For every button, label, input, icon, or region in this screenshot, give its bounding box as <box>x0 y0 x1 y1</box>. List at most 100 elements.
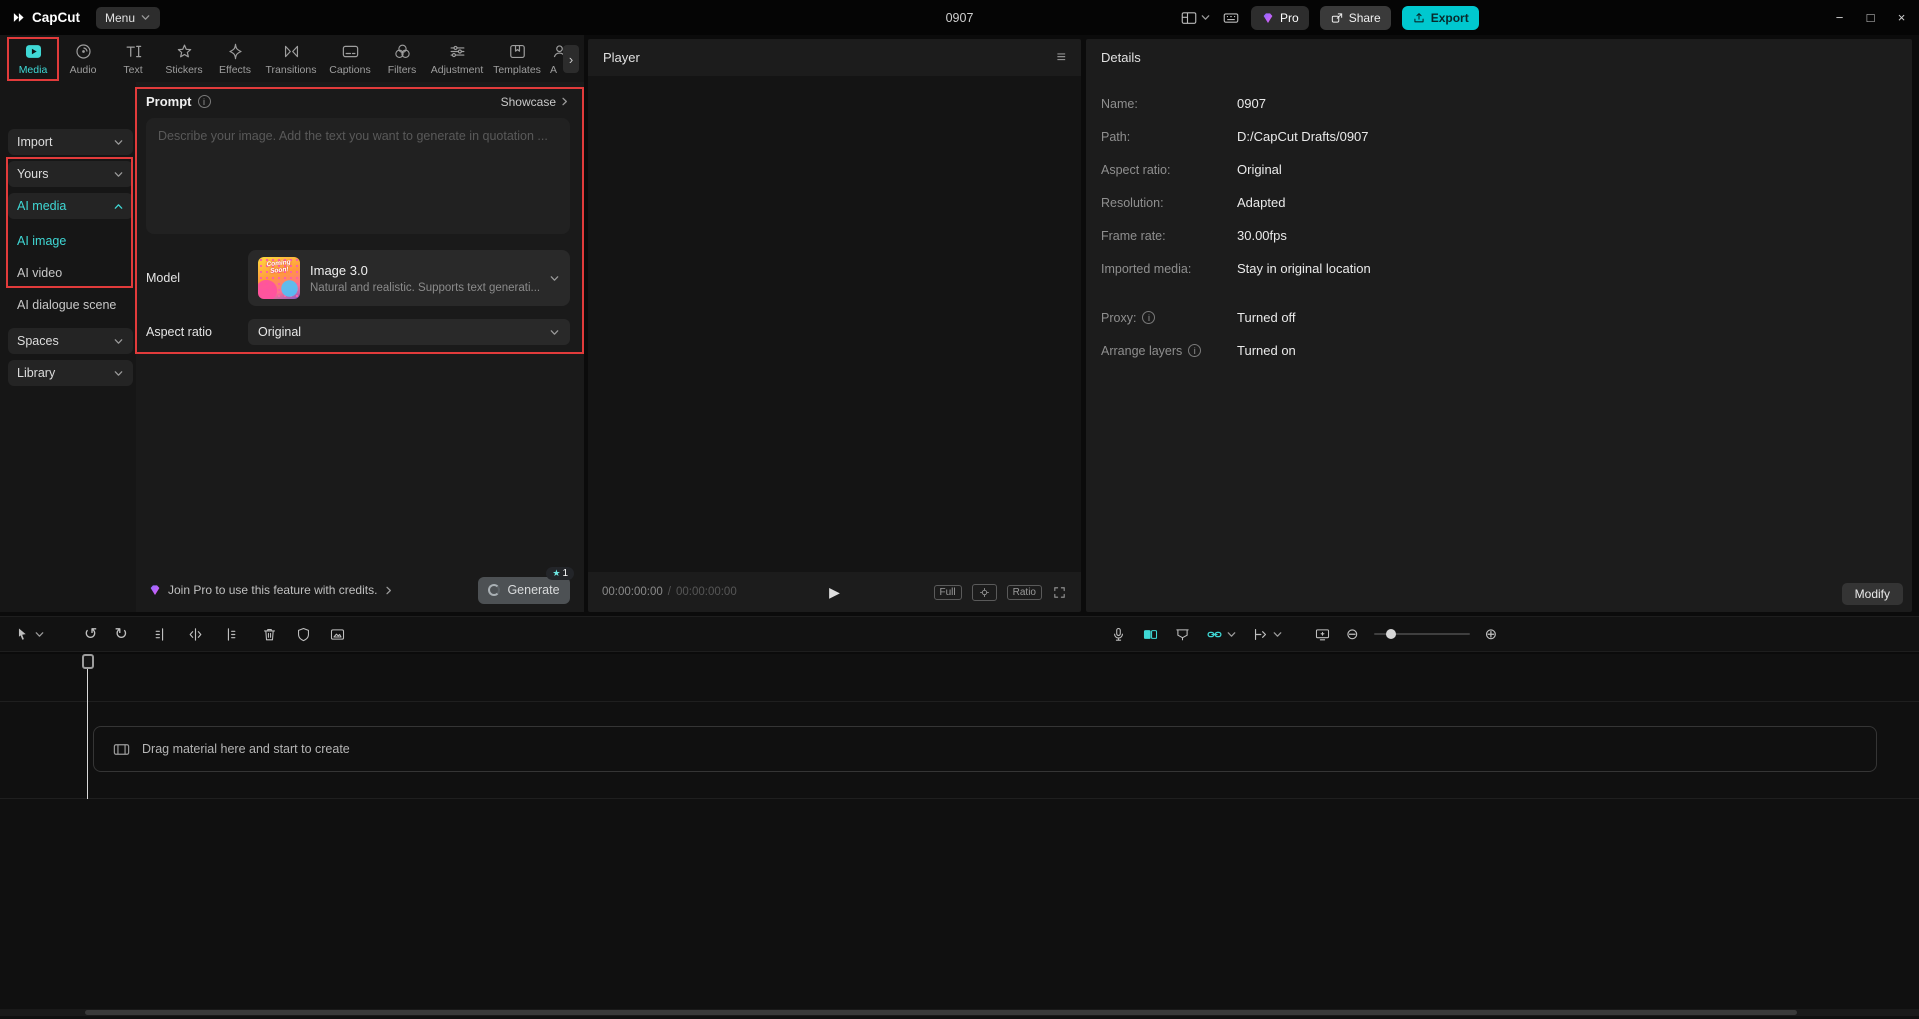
record-voiceover-button[interactable] <box>1110 626 1127 643</box>
tab-media[interactable]: Media <box>8 42 58 76</box>
sidebar-item-ai-video[interactable]: AI video <box>8 257 133 289</box>
export-icon <box>1412 11 1426 25</box>
sidebar-item-import[interactable]: Import <box>8 129 133 155</box>
stickers-icon <box>175 42 194 61</box>
focus-button[interactable] <box>971 583 997 601</box>
tab-adjustment[interactable]: Adjustment <box>426 42 488 76</box>
ai-panel-footer: Join Pro to use this feature with credit… <box>148 566 574 604</box>
templates-icon <box>508 42 527 61</box>
timeline-area[interactable]: Drag material here and start to create <box>0 654 1919 1019</box>
shortcuts-button[interactable] <box>1222 9 1240 27</box>
aspect-ratio-select[interactable]: Original <box>248 319 570 345</box>
trash-icon <box>261 626 278 643</box>
horizontal-scrollbar[interactable] <box>0 1009 1919 1016</box>
timeline-zoom-slider[interactable] <box>1373 629 1470 639</box>
split-icon <box>187 626 204 643</box>
info-icon[interactable]: i <box>197 95 211 108</box>
sidebar-item-library[interactable]: Library <box>8 360 133 386</box>
timecode-current: 00:00:00:00 <box>602 586 663 598</box>
info-icon[interactable]: i <box>1142 311 1156 324</box>
redo-button[interactable]: ↻ <box>114 624 127 644</box>
media-sidebar: Import Yours AI media AI image AI video … <box>8 129 133 392</box>
full-preview-button[interactable]: Full <box>933 584 962 600</box>
tab-filters[interactable]: Filters <box>378 42 426 76</box>
player-viewport <box>588 76 1081 572</box>
auto-cut-button[interactable] <box>1252 626 1283 643</box>
tab-audio[interactable]: Audio <box>58 42 108 76</box>
model-name: Image 3.0 <box>310 262 368 278</box>
modify-button[interactable]: Modify <box>1841 583 1903 605</box>
chevron-down-icon <box>113 169 124 180</box>
tab-templates[interactable]: Templates <box>488 42 546 76</box>
workspace-layout-button[interactable] <box>1180 9 1211 27</box>
delete-right-button[interactable] <box>221 626 238 643</box>
prompt-input[interactable] <box>146 118 570 234</box>
mirror-preview-button[interactable] <box>1314 626 1331 643</box>
cinema-screen-icon <box>1174 626 1191 643</box>
play-button[interactable]: ▶ <box>829 584 840 601</box>
pro-badge-button[interactable]: Pro <box>1251 5 1309 30</box>
model-select[interactable]: Coming Soon! Image 3.0 Natural and reali… <box>248 250 570 306</box>
select-tool-button[interactable] <box>14 626 45 643</box>
delete-left-button[interactable] <box>153 626 170 643</box>
timecode-total: 00:00:00:00 <box>675 586 737 598</box>
cover-button[interactable] <box>1174 626 1191 643</box>
ratio-button[interactable]: Ratio <box>1006 584 1042 600</box>
chevron-up-icon <box>113 201 124 212</box>
sidebar-item-ai-image[interactable]: AI image <box>8 225 133 257</box>
capcut-logo-icon <box>12 10 27 25</box>
tab-captions[interactable]: Captions <box>322 42 378 76</box>
close-button[interactable]: × <box>1886 0 1917 35</box>
mask-button[interactable] <box>295 626 312 643</box>
pro-diamond-icon <box>148 583 162 597</box>
sidebar-item-ai-media[interactable]: AI media <box>8 193 133 219</box>
details-title: Details <box>1101 50 1141 65</box>
sidebar-item-ai-dialogue-scene[interactable]: AI dialogue scene <box>8 289 133 321</box>
join-pro-hint[interactable]: Join Pro to use this feature with credit… <box>168 583 377 597</box>
info-icon[interactable]: i <box>1188 344 1202 357</box>
expand-tabs-button[interactable]: › <box>563 45 579 73</box>
menu-label: Menu <box>105 10 136 25</box>
microphone-icon <box>1110 626 1127 643</box>
zoom-out-button[interactable]: ⊖ <box>1346 625 1359 643</box>
tab-text[interactable]: Text <box>108 42 158 76</box>
link-clips-button[interactable] <box>1206 626 1237 643</box>
overlay-icon <box>329 626 346 643</box>
generate-button[interactable]: Generate <box>478 576 570 604</box>
loading-spinner-icon <box>488 584 501 596</box>
detail-row-aspect-ratio: Aspect ratio: Original <box>1101 162 1282 177</box>
media-drop-zone[interactable]: Drag material here and start to create <box>93 726 1877 772</box>
fullscreen-button[interactable] <box>1052 585 1067 600</box>
export-button[interactable]: Export <box>1401 5 1479 30</box>
delete-right-icon <box>221 626 238 643</box>
filters-icon <box>393 42 412 61</box>
menu-button[interactable]: Menu <box>96 6 161 29</box>
aspect-ratio-row: Aspect ratio Original <box>146 319 570 345</box>
zoom-in-button[interactable]: ⊕ <box>1485 625 1498 643</box>
media-icon <box>24 42 43 61</box>
delete-button[interactable] <box>261 626 278 643</box>
track-divider <box>0 701 1919 702</box>
split-button[interactable] <box>187 626 204 643</box>
detail-row-imported-media: Imported media: Stay in original locatio… <box>1101 261 1371 276</box>
tab-stickers[interactable]: Stickers <box>158 42 210 76</box>
model-thumbnail: Coming Soon! <box>258 257 300 299</box>
model-description: Natural and realistic. Supports text gen… <box>310 281 539 294</box>
maximize-button[interactable]: □ <box>1855 0 1886 35</box>
minimize-button[interactable]: − <box>1824 0 1855 35</box>
overlay-button[interactable] <box>329 626 346 643</box>
ai-image-panel: Prompt i Showcase Model Coming Soon! Ima… <box>136 82 584 612</box>
showcase-link[interactable]: Showcase <box>501 95 570 109</box>
sidebar-item-spaces[interactable]: Spaces <box>8 328 133 354</box>
tab-effects[interactable]: Effects <box>210 42 260 76</box>
share-button[interactable]: Share <box>1319 5 1391 30</box>
player-menu-icon[interactable]: ≡ <box>1057 49 1066 67</box>
sidebar-item-yours[interactable]: Yours <box>8 161 133 187</box>
zoom-slider-thumb[interactable] <box>1385 629 1396 639</box>
tab-transitions[interactable]: Transitions <box>260 42 322 76</box>
smart-cut-button[interactable] <box>1142 626 1159 643</box>
credit-badge: ★ 1 <box>546 566 574 580</box>
playhead-handle[interactable] <box>82 654 94 669</box>
undo-button[interactable]: ↺ <box>84 624 97 644</box>
scrollbar-thumb[interactable] <box>85 1010 1797 1015</box>
